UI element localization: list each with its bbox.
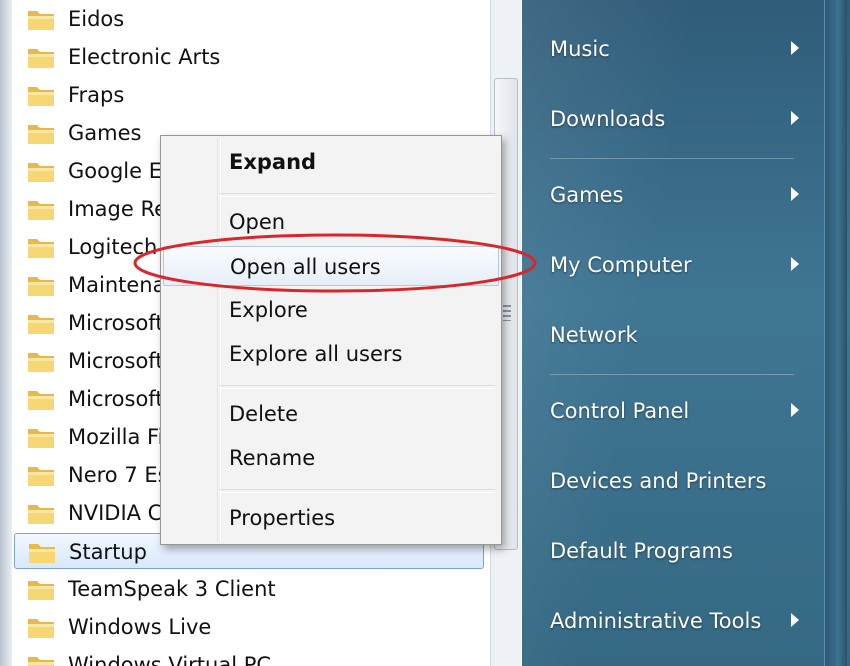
folder-icon [28,467,54,486]
menu-item-explore-all-users[interactable]: Explore all users [163,334,499,374]
context-menu: Expand Open Open all users Explore Explo… [160,135,502,545]
chevron-right-icon [791,613,799,627]
folder-icon [28,353,54,372]
start-link-network[interactable]: Network [550,315,820,355]
menu-item-label: Explore [229,298,308,322]
program-label: Windows Virtual PC [68,653,272,666]
folder-icon [28,429,54,448]
folder-icon [28,581,54,600]
menu-item-label: Open all users [230,255,381,279]
menu-separator [219,489,495,493]
program-label: TeamSpeak 3 Client [68,577,276,601]
folder-icon [28,125,54,144]
start-link-administrative-tools[interactable]: Administrative Tools [550,601,820,641]
menu-item-open-all-users[interactable]: Open all users [163,246,499,286]
folder-icon [28,201,54,220]
start-link-default-programs[interactable]: Default Programs [550,531,820,571]
menu-separator [550,374,794,375]
folder-icon [28,163,54,182]
program-folder-windows-live[interactable]: Windows Live [14,609,484,645]
start-link-label: Control Panel [550,399,690,423]
program-label: Startup [69,540,147,564]
program-label: Fraps [68,83,125,107]
menu-item-rename[interactable]: Rename [163,438,499,478]
scrollbar-grip-icon [503,305,511,321]
menu-separator [550,158,794,159]
menu-item-label: Explore all users [229,342,403,366]
menu-item-label: Expand [229,150,317,174]
folder-icon [28,277,54,296]
program-label: Games [68,121,142,145]
chevron-right-icon [791,187,799,201]
menu-item-label: Delete [229,402,298,426]
start-link-label: Administrative Tools [550,609,762,633]
program-label: Eidos [68,7,125,31]
start-menu-right-pane: Music Downloads Games My Computer Networ… [522,0,850,666]
program-folder-fraps[interactable]: Fraps [14,77,484,113]
menu-separator [219,385,495,389]
start-link-control-panel[interactable]: Control Panel [550,391,820,431]
start-link-label: Default Programs [550,539,733,563]
menu-item-label: Open [229,210,286,234]
folder-icon [28,11,54,30]
menu-item-label: Rename [229,446,316,470]
folder-icon [28,49,54,68]
folder-icon [29,544,55,563]
start-link-label: Games [550,183,624,207]
program-folder-electronic-arts[interactable]: Electronic Arts [14,39,484,75]
menu-separator [219,193,495,197]
program-folder-eidos[interactable]: Eidos [14,1,484,37]
start-link-label: Network [550,323,638,347]
program-folder-teamspeak-3-client[interactable]: TeamSpeak 3 Client [14,571,484,607]
menu-item-expand[interactable]: Expand [163,142,499,182]
start-link-devices-and-printers[interactable]: Devices and Printers [550,461,820,501]
program-folder-windows-virtual-pc[interactable]: Windows Virtual PC [14,647,484,666]
start-link-music[interactable]: Music [550,29,820,69]
folder-icon [28,391,54,410]
start-link-label: Devices and Printers [550,469,767,493]
start-link-label: Music [550,37,610,61]
folder-icon [28,505,54,524]
folder-icon [28,619,54,638]
folder-icon [28,87,54,106]
menu-item-open[interactable]: Open [163,202,499,242]
pane-edge [0,0,12,666]
folder-icon [28,315,54,334]
start-link-games[interactable]: Games [550,175,820,215]
program-label: Logitech [68,235,158,259]
pane-border [824,0,847,666]
menu-item-explore[interactable]: Explore [163,290,499,330]
menu-item-properties[interactable]: Properties [163,498,499,538]
program-label: Electronic Arts [68,45,221,69]
chevron-right-icon [791,41,799,55]
folder-icon [28,657,54,666]
menu-item-delete[interactable]: Delete [163,394,499,434]
start-link-label: Downloads [550,107,666,131]
start-link-downloads[interactable]: Downloads [550,99,820,139]
program-label: Windows Live [68,615,212,639]
menu-item-label: Properties [229,506,336,530]
chevron-right-icon [791,257,799,271]
chevron-right-icon [791,403,799,417]
folder-icon [28,239,54,258]
start-link-label: My Computer [550,253,692,277]
start-link-my-computer[interactable]: My Computer [550,245,820,285]
chevron-right-icon [791,111,799,125]
